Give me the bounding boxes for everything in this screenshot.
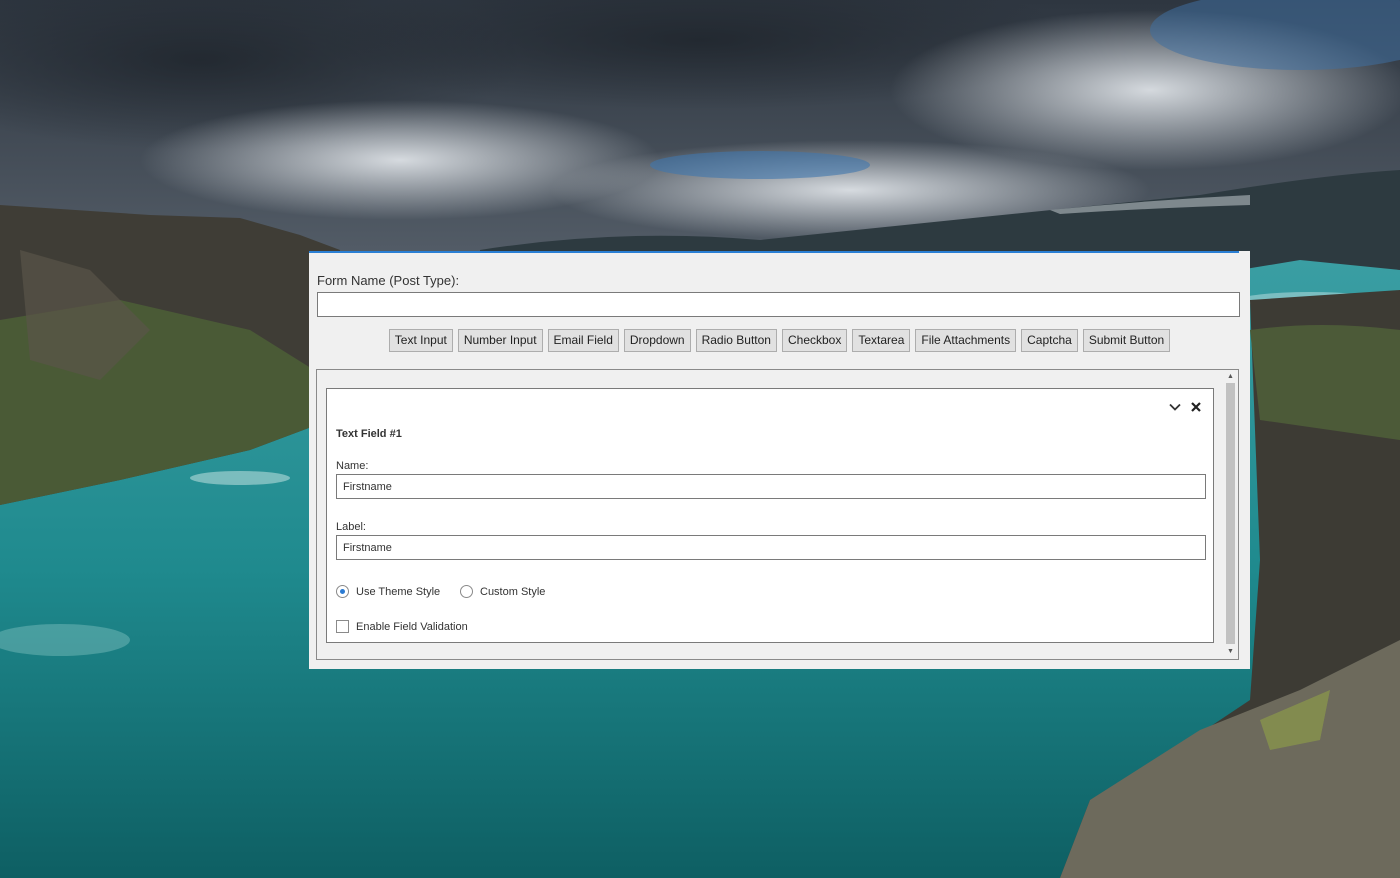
window-accent-bar xyxy=(309,251,1239,253)
field-type-toolbar: Text Input Number Input Email Field Drop… xyxy=(309,329,1250,352)
radio-selected-dot xyxy=(340,589,345,594)
number-input-button[interactable]: Number Input xyxy=(457,329,543,352)
field-card: Text Field #1 Name: Label: Use Theme Sty… xyxy=(326,388,1214,643)
chevron-down-icon[interactable] xyxy=(1168,400,1182,414)
use-theme-style-radio[interactable] xyxy=(336,585,349,598)
text-input-button[interactable]: Text Input xyxy=(388,329,453,352)
form-name-label: Form Name (Post Type): xyxy=(317,273,460,288)
captcha-button[interactable]: Captcha xyxy=(1021,329,1078,352)
submit-button-button[interactable]: Submit Button xyxy=(1082,329,1171,352)
field-title: Text Field #1 xyxy=(336,428,402,440)
scroll-down-arrow-icon[interactable]: ▼ xyxy=(1224,646,1237,658)
enable-validation-label: Enable Field Validation xyxy=(356,621,468,633)
desktop-background: Form Name (Post Type): Text Input Number… xyxy=(0,0,1400,878)
field-list-scrollbar[interactable]: ▲ ▼ xyxy=(1224,371,1237,658)
name-label: Name: xyxy=(336,460,369,472)
field-list-panel: Text Field #1 Name: Label: Use Theme Sty… xyxy=(316,369,1239,660)
radio-button-button[interactable]: Radio Button xyxy=(695,329,777,352)
custom-style-radio[interactable] xyxy=(460,585,473,598)
custom-style-label: Custom Style xyxy=(480,586,546,598)
use-theme-style-label: Use Theme Style xyxy=(356,586,441,598)
form-name-input[interactable] xyxy=(317,292,1240,317)
checkbox-button[interactable]: Checkbox xyxy=(781,329,848,352)
scroll-up-arrow-icon[interactable]: ▲ xyxy=(1224,371,1237,383)
form-builder-dialog: Form Name (Post Type): Text Input Number… xyxy=(309,251,1250,669)
enable-validation-checkbox[interactable] xyxy=(336,620,349,633)
name-input[interactable] xyxy=(336,474,1206,499)
label-input[interactable] xyxy=(336,535,1206,560)
email-field-button[interactable]: Email Field xyxy=(547,329,619,352)
label-label: Label: xyxy=(336,521,366,533)
scroll-thumb[interactable] xyxy=(1226,383,1235,644)
close-icon[interactable] xyxy=(1189,400,1203,414)
file-attachments-button[interactable]: File Attachments xyxy=(915,329,1017,352)
textarea-button[interactable]: Textarea xyxy=(852,329,911,352)
dropdown-button[interactable]: Dropdown xyxy=(623,329,691,352)
